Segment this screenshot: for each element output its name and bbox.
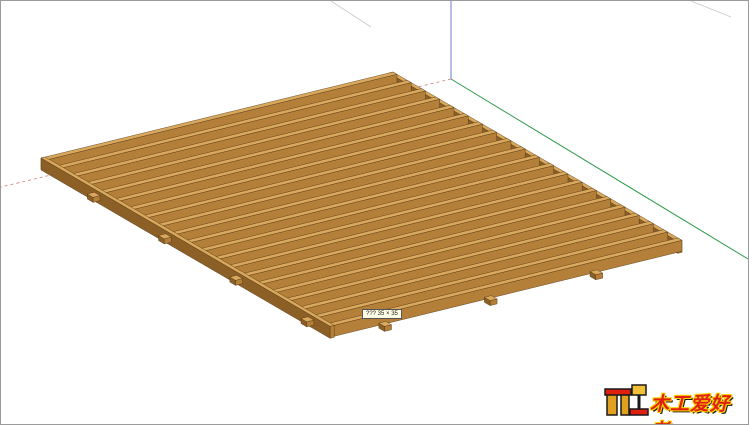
axis-guide-line	[690, 1, 732, 18]
dimension-tooltip: ??? 35 × 35	[362, 309, 402, 319]
watermark-text: 木工爱好者	[650, 393, 731, 424]
axis-guide-line	[330, 1, 372, 28]
watermark-logo: 木工爱好者	[604, 383, 734, 424]
joist-frame-model[interactable]	[1, 1, 748, 424]
joist-frame	[40, 71, 683, 339]
carpenter-logo-icon	[604, 384, 649, 416]
model-viewport[interactable]: ??? 35 × 35 木工爱好者	[0, 0, 749, 425]
